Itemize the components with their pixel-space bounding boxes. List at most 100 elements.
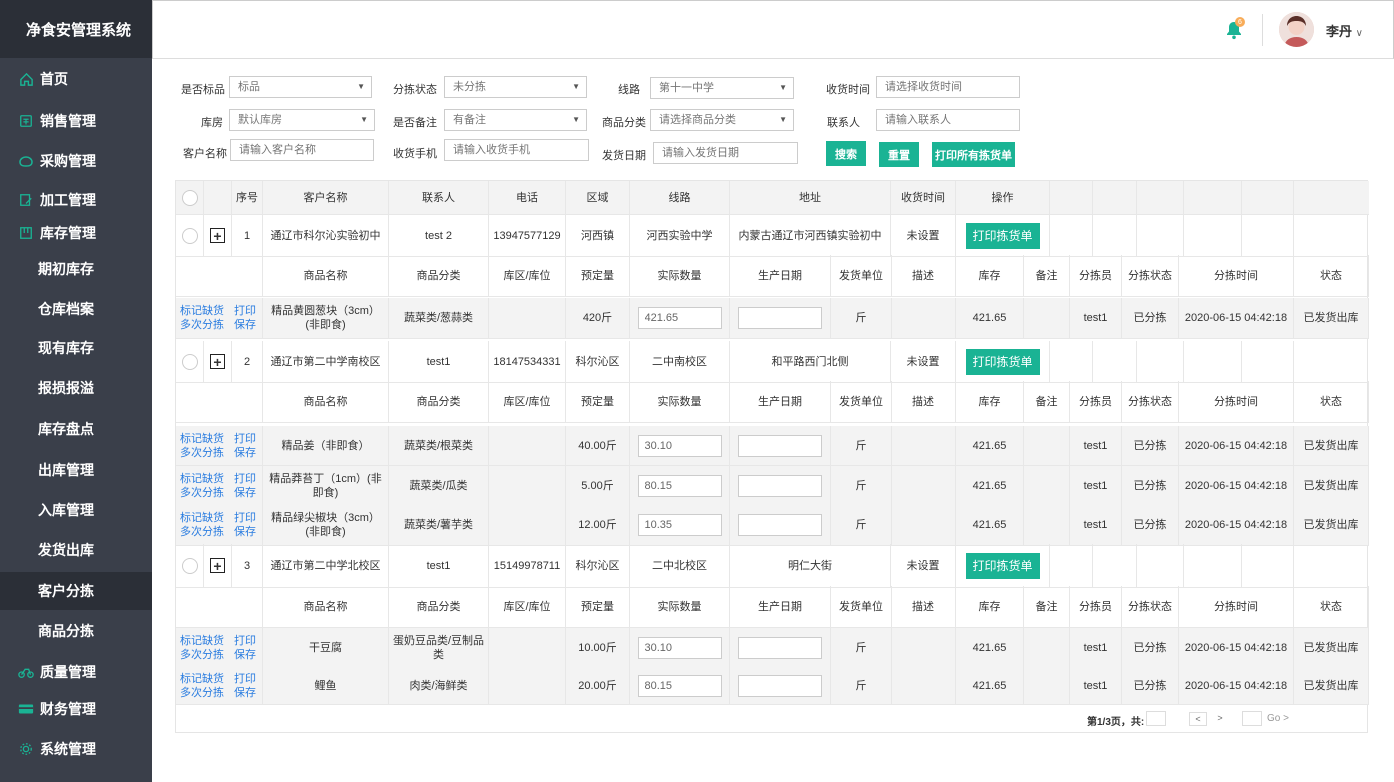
sidebar-item-0[interactable]: 首页 [0,60,152,98]
item-column-header-label: 预定量 [581,269,614,282]
print-link[interactable]: 打印 [234,672,256,686]
print-link[interactable]: 打印 [234,634,256,648]
save-link[interactable]: 保存 [234,648,256,662]
sidebar-item-6[interactable]: 仓库档案 [0,290,152,328]
order-contact: test1 [389,341,489,382]
print-all-button[interactable]: 打印所有拣货单 [932,142,1015,167]
customer-name-input[interactable] [230,139,374,161]
mark-shortage-link[interactable]: 标记缺货 [180,472,224,486]
order-select-cell[interactable] [176,341,204,382]
warehouse-select[interactable]: 默认库房 ▼ [229,109,375,131]
mark-shortage-link[interactable]: 标记缺货 [180,432,224,446]
item-qty-text: 420斤 [582,312,613,324]
multi-pick-link[interactable]: 多次分拣 [180,446,224,460]
expand-cell[interactable]: + [204,341,232,382]
route-select[interactable]: 第十一中学 ▼ [650,77,794,99]
go-button[interactable]: Go > [1267,713,1289,724]
item-stock: 421.65 [956,466,1024,505]
item-name: 精品莽苔丁（1cm）(非即食) [263,466,389,505]
save-link[interactable]: 保存 [234,318,256,332]
actual-qty-input[interactable] [637,434,722,457]
production-date-input[interactable] [738,514,822,536]
category-select[interactable]: 请选择商品分类 ▼ [650,109,794,131]
has-note-select[interactable]: 有备注 ▼ [444,109,587,131]
search-button[interactable]: 搜索 [826,141,866,166]
save-link[interactable]: 保存 [234,486,256,500]
multi-pick-link[interactable]: 多次分拣 [180,648,224,662]
print-link[interactable]: 打印 [234,432,256,446]
print-link[interactable]: 打印 [234,304,256,318]
receive-phone-input[interactable] [444,139,589,161]
item-status: 已发货出库 [1294,298,1369,338]
select-all-radio[interactable] [181,189,198,206]
production-date-cell [730,466,831,505]
mark-shortage-link[interactable]: 标记缺货 [180,304,224,318]
sidebar-item-16[interactable]: 财务管理 [0,690,152,728]
item-column-header-label: 描述 [912,600,934,613]
sidebar-item-7[interactable]: 现有库存 [0,329,152,367]
multi-pick-link[interactable]: 多次分拣 [180,525,224,539]
page-jump-input[interactable] [1242,711,1262,726]
mark-shortage-link[interactable]: 标记缺货 [180,672,224,686]
pick-status-select[interactable]: 未分拣 ▼ [444,76,587,98]
multi-pick-link[interactable]: 多次分拣 [180,318,224,332]
mark-shortage-link[interactable]: 标记缺货 [180,634,224,648]
print-link[interactable]: 打印 [234,472,256,486]
sidebar-item-11[interactable]: 入库管理 [0,491,152,529]
multi-pick-link[interactable]: 多次分拣 [180,486,224,500]
sidebar-item-12[interactable]: 发货出库 [0,531,152,569]
sidebar-item-1[interactable]: 销售管理 [0,102,152,140]
ship-date-input[interactable] [653,142,798,164]
receive-time-input[interactable] [876,76,1020,98]
order-select-cell[interactable] [176,215,204,256]
reset-button[interactable]: 重置 [879,142,919,167]
actual-qty-input[interactable] [637,474,722,497]
sidebar-item-9[interactable]: 库存盘点 [0,410,152,448]
expand-plus-icon[interactable]: + [210,354,225,369]
contact-input[interactable] [876,109,1020,131]
order-select-cell[interactable] [176,544,204,587]
sidebar-item-15[interactable]: 质量管理 [0,653,152,691]
order-radio[interactable] [181,353,198,370]
production-date-input[interactable] [738,474,822,497]
sidebar-item-5[interactable]: 期初库存 [0,250,152,288]
sidebar-item-2[interactable]: 采购管理 [0,142,152,180]
production-date-input[interactable] [738,307,822,329]
actual-qty-input[interactable] [637,307,722,329]
actual-qty-input[interactable] [637,674,722,697]
save-link[interactable]: 保存 [234,525,256,539]
order-radio[interactable] [181,227,198,244]
sidebar-item-8[interactable]: 报损报溢 [0,369,152,407]
avatar[interactable] [1279,12,1314,47]
order-radio[interactable] [181,557,198,574]
expand-cell[interactable]: + [204,544,232,587]
print-link[interactable]: 打印 [234,511,256,525]
production-date-input[interactable] [738,674,822,697]
production-date-input[interactable] [738,636,822,659]
mark-shortage-link[interactable]: 标记缺货 [180,511,224,525]
item-column-header: 商品名称 [263,586,389,627]
select-all-cell[interactable] [176,181,204,214]
sidebar-item-13[interactable]: 客户分拣 [0,572,152,610]
sidebar-item-4[interactable]: 库存管理 [0,214,152,252]
multi-pick-link[interactable]: 多次分拣 [180,686,224,700]
expand-plus-icon[interactable]: + [210,228,225,243]
save-link[interactable]: 保存 [234,446,256,460]
save-link[interactable]: 保存 [234,686,256,700]
next-page-button[interactable]: > [1213,712,1227,726]
expand-cell[interactable]: + [204,215,232,256]
sidebar-item-14[interactable]: 商品分拣 [0,612,152,650]
actual-qty-input[interactable] [637,636,722,659]
item-desc [891,466,956,505]
expand-plus-icon[interactable]: + [210,558,225,573]
production-date-input[interactable] [738,434,822,457]
sidebar-item-17[interactable]: 系统管理 [0,730,152,768]
actual-qty-input[interactable] [637,514,722,536]
item-column-header: 状态 [1294,586,1369,627]
empty-cell [1184,215,1242,256]
item-note [1024,505,1070,545]
standard-select[interactable]: 标品 ▼ [229,76,372,98]
prev-page-button[interactable]: < [1189,712,1207,726]
user-menu[interactable]: 李丹 ∨ [1326,21,1363,40]
sidebar-item-10[interactable]: 出库管理 [0,451,152,489]
